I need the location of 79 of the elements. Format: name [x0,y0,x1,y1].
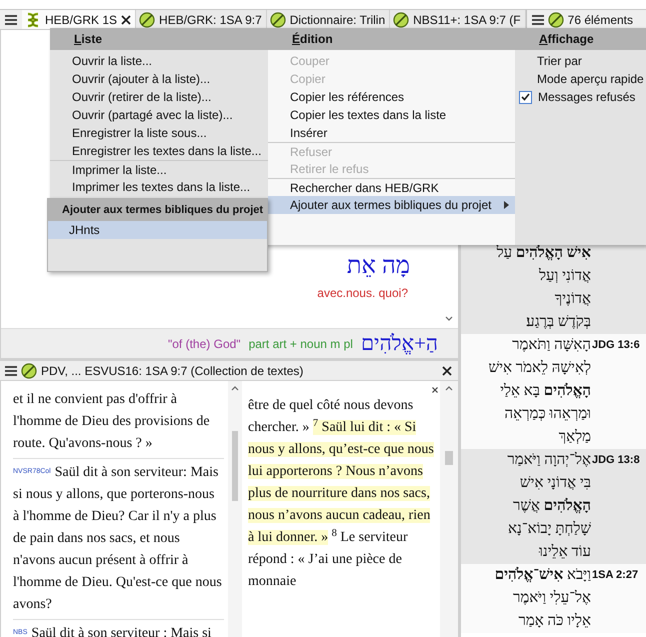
hebrew-line: אֲדוֹנֶיךָ [554,290,591,309]
scrollbar[interactable] [228,381,242,637]
menu-item[interactable]: Copier les textes dans la liste [268,106,515,124]
menu-item[interactable]: Copier les références [268,88,515,106]
hebrew-line: שָׁלַחְתָּ יָבוֹא־נָא [506,520,591,539]
tab-label: HEB/GRK: 1SA 9:7 [159,12,262,28]
tab-label: Dictionnaire: Trilin [290,12,386,28]
parsing-text: part art + noun m pl [248,336,353,352]
tab[interactable]: NBS11+: 1SA 9:7 (F [390,10,526,29]
verse-reference: JDG 13:8 [591,453,640,468]
hebrew-line: עוֹד אֵלֵינוּ [538,542,591,562]
menu-item[interactable]: Ouvrir (retirer de la liste)... [50,88,268,106]
hebrew-line: אִישׁ הָאֱלֹהִים עַל [496,244,591,263]
check-circle-icon [548,12,564,28]
menu-item[interactable]: Ajouter aux termes bibliques du projet [268,196,515,214]
tab[interactable]: HEB/GRK: 1SA 9:7 [136,10,267,29]
hebrew-line: הָאֱלֹהִים בָּא אֵלַי [499,382,591,401]
menu-item[interactable]: Ouvrir (partagé avec la liste)... [50,106,268,124]
menu-item[interactable]: Ouvrir la liste... [50,52,268,70]
passage-text: et il ne convient pas d'offrir à l'homme de Dieu des provisions de route. Qu'avons-nous ? » [13,391,211,453]
hebrew-word: מָה אֵת [346,252,410,280]
chevron-up-icon[interactable] [231,385,239,391]
menu-item[interactable]: Trier par [515,52,646,70]
menu-item[interactable]: Mode aperçu rapide [515,70,646,88]
tab[interactable]: HEB/GRK 1S [22,10,136,29]
menu-item[interactable]: Enregistrer la liste sous... [50,124,268,142]
chevron-down-icon[interactable] [445,316,453,322]
check-circle-icon [21,362,37,378]
english-gloss: "of (the) God" [168,336,241,352]
hebrew-line: בְּקֹדֶשׁ בְּרֶגַע׃ [525,313,591,332]
menu-heading[interactable]: Édition [292,30,333,48]
menu-item[interactable]: Insérer [268,124,515,142]
tab[interactable]: Dictionnaire: Trilin [266,10,390,29]
check-circle-icon [270,12,286,28]
close-icon[interactable] [432,387,438,393]
hebrew-line: אֲדוֹנִי וְעַל [538,266,591,286]
check-circle-icon [393,12,410,28]
menu-icon[interactable] [532,14,544,24]
close-icon[interactable] [121,14,132,24]
menu-item[interactable]: Messages refusés [515,88,646,106]
hebrew-line: הָאִשָּׁה וַתֹּאמֶר [511,336,591,355]
close-icon[interactable] [442,366,452,376]
submenu-arrow-icon [504,201,509,209]
scrollbar-thumb[interactable] [232,431,238,501]
menu-icon[interactable] [5,14,17,24]
menu-heading[interactable]: Affichage [539,30,594,48]
check-circle-icon [139,12,156,28]
hebrew-line: אֶל־עֵלִי וַיֹּאמֶר [512,588,591,608]
hebrew-line: הָאֱלֹהִים אֲשֶׁר [512,496,591,516]
checkbox[interactable] [519,90,532,104]
menu-item[interactable]: Enregistrer les textes dans la liste... [50,142,268,160]
verse-reference: JDG 13:6 [591,338,640,353]
hebrew-line: וַיָּבֹא אִישׁ־אֱלֹהִים [494,566,591,585]
submenu-heading: Ajouter aux termes bibliques du projet [48,199,267,221]
scrollbar-thumb[interactable] [445,451,453,465]
tab-label: HEB/GRK 1S [45,12,118,28]
word-gloss: avec.nous. quoi? [317,285,408,302]
hebrew-line: אֵלָיו כֹּה אָמַר [517,612,591,631]
hebrew-line: אֶל־יְהוָה וַיֹּאמַר [506,450,591,470]
passage-text: $^{NVSR78Col}$ Saül dit à son serviteur: Mais si nous y allons, que porterons-nous à l'homme de Dieu? Car il n'y a plus de pain dans nos sacs, et nous n'avons aucun présent à offrir à l'homme de Dieu. Qu'est-ce que nous avons? [13,464,223,614]
hebrew-line: מַלְאַךְ [558,428,591,447]
knot-logo-icon [25,12,41,28]
passage-text: $^{NBS}$ Saül dit à son serviteur : Mais si [13,625,212,637]
hebrew-lemma: הַ+אֱלֹהִים [360,330,438,357]
hebrew-line: בִּי אֲדוֹנָי אִישׁ [518,474,591,493]
hebrew-line: וּמַרְאֵהוּ כְּמַרְאֵה [503,405,591,424]
chevron-up-icon[interactable] [445,385,453,391]
hebrew-line: לְאִישָׁהּ לֵאמֹר אִישׁ [487,358,591,378]
menu-heading[interactable]: Liste [74,30,102,48]
tab-label: NBS11+: 1SA 9:7 (F [413,12,521,28]
submenu-item[interactable]: JHnts [48,221,267,239]
verse-reference: 1SA 2:27 [591,568,638,583]
verse-row[interactable]: אִישׁ הָאֱלֹהִים עַל אֲדוֹנִי וְעַל אֲדוֹנֶיךָ בְּקֹדֶשׁ בְּרֶגַע׃ [461,242,646,334]
menu-item[interactable]: Imprimer la liste... [50,160,268,178]
menu-item[interactable]: Ouvrir (ajouter à la liste)... [50,70,268,88]
menu-item[interactable]: Imprimer les textes dans la liste... [50,178,268,196]
item-count: 76 éléments [568,12,634,28]
menu-icon[interactable] [5,366,17,376]
pane-title: PDV, ... ESVUS16: 1SA 9:7 (Collection de textes) [41,362,304,380]
